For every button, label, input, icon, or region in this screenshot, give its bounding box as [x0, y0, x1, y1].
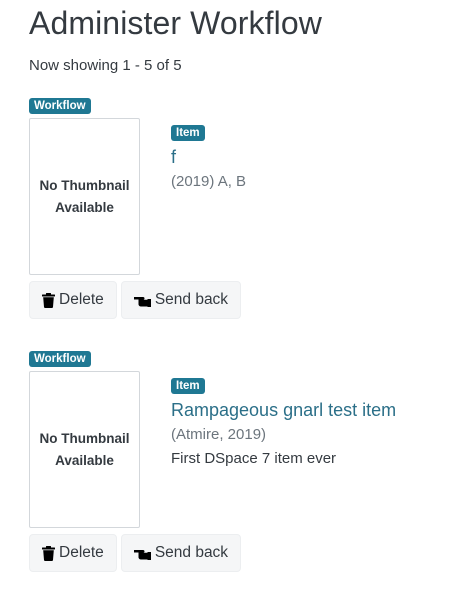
- item-date-authors: (2019) A, B: [171, 173, 247, 190]
- item-metadata: Item f (2019) A, B: [171, 123, 461, 193]
- delete-button-label: Delete: [59, 291, 104, 308]
- workflow-badge: Workflow: [29, 98, 91, 114]
- thumbnail-placeholder: No Thumbnail Available: [29, 118, 140, 275]
- delete-button[interactable]: Delete: [29, 281, 117, 319]
- item-date-authors: (Atmire, 2019): [171, 426, 267, 443]
- item-abstract: First DSpace 7 item ever: [171, 450, 337, 467]
- trash-icon: [42, 545, 55, 561]
- item-title-link[interactable]: f: [171, 145, 461, 169]
- send-back-button-label: Send back: [154, 291, 229, 308]
- send-back-button[interactable]: Send back: [120, 534, 242, 572]
- thumbnail-text-line2: Available: [55, 452, 114, 468]
- item-actions: Delete Send back: [29, 281, 242, 319]
- send-back-button-label: Send back: [154, 544, 229, 561]
- result-item: Workflow No Thumbnail Available Item f (…: [29, 98, 471, 328]
- item-type-badge: Item: [171, 125, 205, 141]
- hand-point-left-icon: [133, 294, 151, 307]
- thumbnail-text-line1: No Thumbnail: [39, 430, 130, 446]
- item-actions: Delete Send back: [29, 534, 242, 572]
- results-count: Now showing 1 - 5 of 5: [29, 57, 182, 74]
- result-item: Workflow No Thumbnail Available Item Ram…: [29, 351, 471, 581]
- item-type-badge: Item: [171, 378, 205, 394]
- thumbnail-placeholder: No Thumbnail Available: [29, 371, 140, 528]
- item-metadata: Item Rampageous gnarl test item (Atmire,…: [171, 376, 461, 470]
- item-title-link[interactable]: Rampageous gnarl test item: [171, 398, 461, 422]
- page-title: Administer Workflow: [29, 5, 322, 41]
- delete-button[interactable]: Delete: [29, 534, 117, 572]
- thumbnail-text-line2: Available: [55, 199, 114, 215]
- delete-button-label: Delete: [59, 544, 104, 561]
- hand-point-left-icon: [133, 547, 151, 560]
- trash-icon: [42, 292, 55, 308]
- thumbnail-text-line1: No Thumbnail: [39, 177, 130, 193]
- send-back-button[interactable]: Send back: [120, 281, 242, 319]
- workflow-badge: Workflow: [29, 351, 91, 367]
- page: Administer Workflow Now showing 1 - 5 of…: [0, 0, 471, 592]
